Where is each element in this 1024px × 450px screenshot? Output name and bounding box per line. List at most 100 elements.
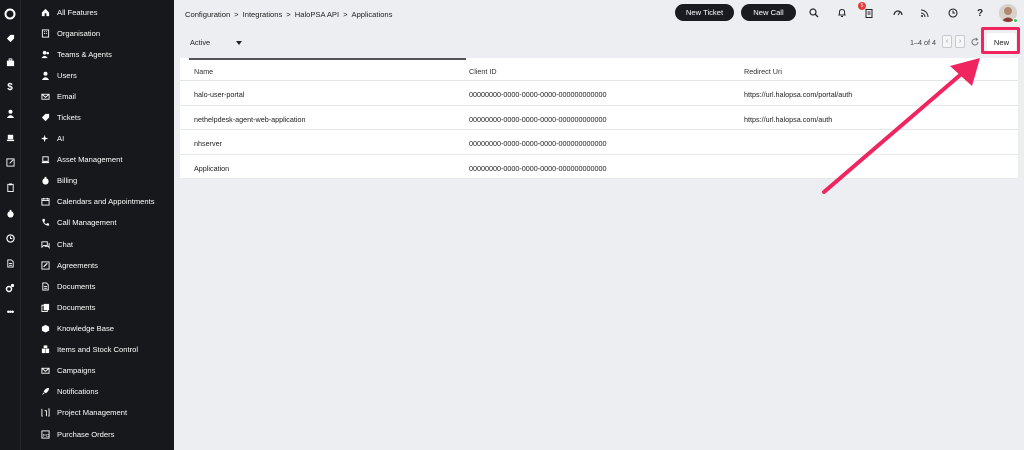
svg-text:PO: PO — [42, 432, 49, 437]
sidebar-item-label: Agreements — [57, 260, 98, 270]
sidebar-item-label: Notifications — [57, 386, 99, 396]
documents-icon — [40, 302, 50, 312]
sidebar-item-campaigns[interactable]: Campaigns — [21, 361, 175, 379]
sidebar-item-ai[interactable]: AI — [21, 129, 175, 147]
sidebar-item-label: Knowledge Base — [57, 323, 114, 333]
sidebar-item-project-management[interactable]: Project Management — [21, 403, 175, 421]
sidebar-item-label: Call Management — [57, 217, 117, 227]
table-row[interactable]: nethelpdesk-agent-web-application 000000… — [180, 106, 1018, 130]
help-icon[interactable]: ? — [974, 7, 986, 19]
status-filter-select[interactable]: Active — [190, 38, 243, 47]
column-header-client-id[interactable]: Client ID — [469, 67, 497, 76]
sidebar-item-purchase-orders[interactable]: PO Purchase Orders — [21, 425, 175, 443]
sidebar-item-documents-2[interactable]: Documents — [21, 298, 175, 316]
table-row[interactable]: halo-user-portal 00000000-0000-0000-0000… — [180, 81, 1018, 106]
notification-badge: 5 — [858, 2, 866, 10]
sidebar-item-label: Items and Stock Control — [57, 344, 139, 354]
table-header: Name Client ID Redirect Uri — [180, 58, 1018, 81]
new-ticket-button[interactable]: New Ticket — [675, 4, 734, 21]
briefcase-icon[interactable] — [0, 55, 20, 69]
feed-icon[interactable] — [919, 7, 931, 19]
sidebar-item-label: AI — [57, 133, 65, 143]
next-page-button[interactable]: › — [955, 35, 965, 48]
dollar-icon[interactable]: $ — [0, 80, 20, 94]
sidebar-item-items-stock[interactable]: Items and Stock Control — [21, 340, 175, 358]
sidebar-item-notifications[interactable]: Notifications — [21, 382, 175, 400]
breadcrumb-separator: > — [343, 10, 348, 19]
clock-icon[interactable] — [947, 7, 959, 19]
sidebar-item-call-management[interactable]: Call Management — [21, 213, 175, 231]
sidebar-item-users[interactable]: Users — [21, 66, 175, 84]
sidebar-item-calendars[interactable]: Calendars and Appointments — [21, 192, 175, 210]
user-icon[interactable] — [0, 106, 20, 120]
laptop-icon[interactable] — [0, 130, 20, 144]
breadcrumb-halopsa-api[interactable]: HaloPSA API — [295, 10, 339, 19]
document-icon[interactable] — [0, 256, 20, 270]
more-icon[interactable]: ••• — [0, 305, 20, 319]
sparkle-icon — [40, 133, 50, 143]
cell-name: Application — [194, 163, 230, 173]
dashboard-icon[interactable] — [892, 7, 904, 19]
clipboard-icon[interactable] — [0, 180, 20, 194]
sidebar-item-label: Tickets — [57, 112, 81, 122]
new-call-button[interactable]: New Call — [741, 4, 796, 21]
column-header-redirect-uri[interactable]: Redirect Uri — [744, 67, 782, 76]
user-icon — [40, 70, 50, 80]
campaign-icon — [40, 365, 50, 375]
tag-icon[interactable] — [0, 31, 20, 45]
sidebar-item-all-features[interactable]: All Features — [21, 3, 175, 21]
list-toolbar: Active 1–4 of 4 ‹ › New — [180, 30, 1018, 54]
status-filter-value: Active — [190, 38, 211, 47]
search-icon[interactable] — [808, 7, 820, 19]
table-row[interactable]: Application 00000000-0000-0000-0000-0000… — [180, 155, 1018, 179]
sidebar-item-chat[interactable]: Chat — [21, 235, 175, 253]
po-icon: PO — [40, 429, 50, 439]
sidebar-item-label: Purchase Orders — [57, 429, 115, 439]
clock-icon[interactable] — [0, 231, 20, 245]
cell-name: nethelpdesk-agent-web-application — [194, 114, 306, 124]
cell-name: nhserver — [194, 139, 222, 148]
sidebar-item-knowledge-base[interactable]: Knowledge Base — [21, 319, 175, 337]
sidebar: All Features Organisation Teams & Agents… — [20, 0, 174, 450]
applications-table: Name Client ID Redirect Uri halo-user-po… — [180, 58, 1018, 179]
logo-circle-icon[interactable] — [0, 7, 20, 21]
box-icon — [40, 323, 50, 333]
column-resize-indicator — [189, 58, 466, 60]
rocket-icon — [40, 386, 50, 396]
sidebar-item-label: Billing — [57, 175, 78, 185]
money-bag-icon[interactable] — [0, 206, 20, 220]
column-header-name[interactable]: Name — [194, 67, 213, 76]
cell-client-id: 00000000-0000-0000-0000-000000000000 — [469, 163, 607, 173]
online-status-dot — [1013, 18, 1018, 23]
breadcrumb: Configuration > Integrations > HaloPSA A… — [185, 10, 392, 19]
breadcrumb-configuration[interactable]: Configuration — [185, 10, 230, 19]
sidebar-item-label: Campaigns — [57, 365, 96, 375]
sidebar-item-tickets[interactable]: Tickets — [21, 108, 175, 126]
sidebar-item-agreements[interactable]: Agreements — [21, 256, 175, 274]
sidebar-item-documents[interactable]: Documents — [21, 277, 175, 295]
breadcrumb-integrations[interactable]: Integrations — [243, 10, 283, 19]
cell-redirect-uri: https://url.halopsa.com/portal/auth — [744, 90, 853, 99]
sidebar-item-label: Chat — [57, 239, 74, 249]
breadcrumb-separator: > — [234, 10, 239, 19]
sidebar-item-teams-agents[interactable]: Teams & Agents — [21, 45, 175, 63]
boxes-icon — [40, 344, 50, 354]
sidebar-item-email[interactable]: Email — [21, 87, 175, 105]
sidebar-item-organisation[interactable]: Organisation — [21, 24, 175, 42]
settings-icon[interactable] — [0, 281, 20, 295]
table-row[interactable]: nhserver 00000000-0000-0000-0000-0000000… — [180, 130, 1018, 155]
edit-icon[interactable] — [0, 155, 20, 169]
previous-page-button[interactable]: ‹ — [942, 35, 952, 48]
sidebar-item-label: Asset Management — [57, 154, 123, 164]
sidebar-item-label: Teams & Agents — [57, 49, 112, 59]
sidebar-item-label: Users — [57, 70, 77, 80]
caret-down-icon — [236, 40, 243, 45]
sidebar-item-asset-management[interactable]: Asset Management — [21, 150, 175, 168]
project-icon — [40, 407, 50, 417]
sidebar-item-billing[interactable]: Billing — [21, 171, 175, 189]
calendar-icon — [40, 196, 50, 206]
phone-icon — [40, 217, 50, 227]
refresh-icon[interactable] — [970, 37, 980, 47]
cell-client-id: 00000000-0000-0000-0000-000000000000 — [469, 139, 607, 148]
bell-icon[interactable] — [836, 7, 848, 19]
